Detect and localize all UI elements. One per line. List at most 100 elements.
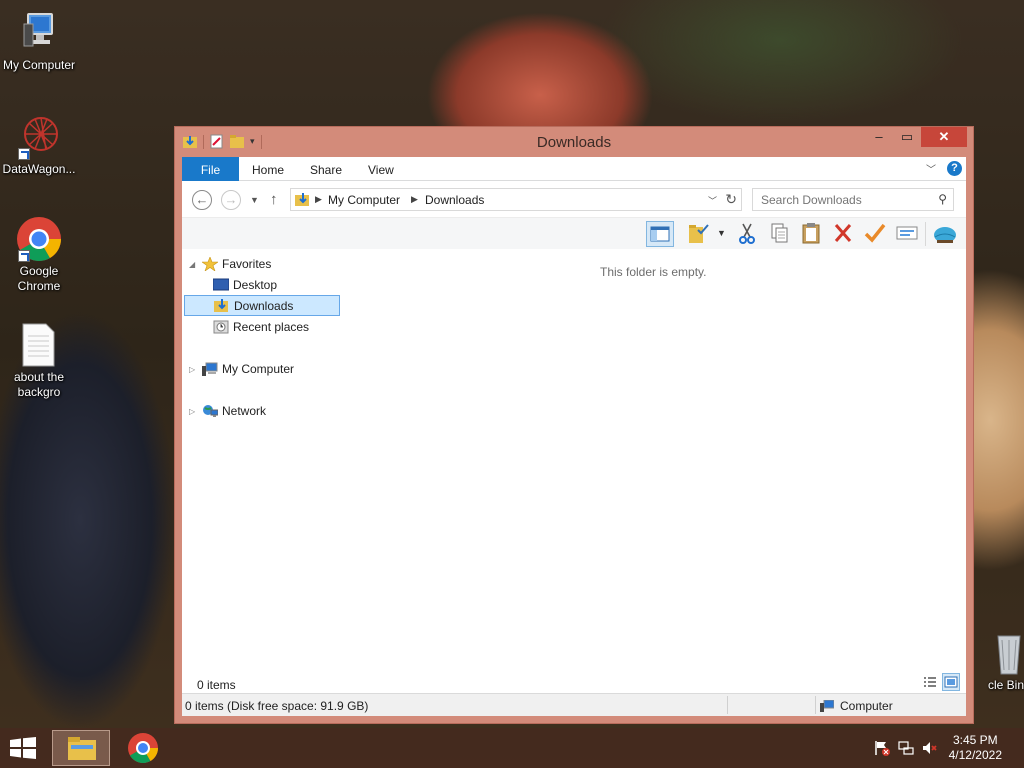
title-bar[interactable]: ▾ Downloads – ▭ ✕ <box>175 127 973 157</box>
file-explorer-icon <box>68 737 96 760</box>
desktop-icon-datawagon[interactable]: DataWagon... <box>0 114 78 177</box>
nav-label: Favorites <box>222 257 272 271</box>
large-icons-view-icon[interactable] <box>942 673 960 691</box>
refresh-icon[interactable]: ↻ <box>725 191 737 208</box>
tab-share[interactable]: Share <box>310 157 342 181</box>
expand-arrow-icon[interactable]: ▷ <box>189 401 195 422</box>
navigation-bar: ← → ▼ ↑ ▶ My Computer ▶ Downloads ﹀ ↻ ⚲ <box>182 181 966 217</box>
star-icon <box>201 256 219 272</box>
tab-file[interactable]: File <box>182 157 239 181</box>
toolbar-divider <box>925 222 926 246</box>
desktop-icon-label: about the backgro <box>13 370 65 399</box>
taskbar-clock[interactable]: 3:45 PM 4/12/2022 <box>949 733 1002 763</box>
downloads-folder-icon <box>295 192 311 207</box>
copy-button[interactable] <box>766 221 794 247</box>
nav-label: Desktop <box>233 278 278 292</box>
command-toolbar: ▼ <box>182 217 966 249</box>
rename-checkmark-button[interactable] <box>862 221 890 247</box>
search-icon[interactable]: ⚲ <box>938 192 947 206</box>
search-box[interactable]: ⚲ <box>752 188 954 211</box>
select-dropdown-icon[interactable]: ▼ <box>717 228 726 238</box>
nav-label: Network <box>222 404 267 418</box>
recycle-bin-icon <box>992 632 1022 676</box>
start-button[interactable] <box>9 737 37 759</box>
tab-home[interactable]: Home <box>252 157 284 181</box>
empty-folder-message: This folder is empty. <box>600 265 707 279</box>
cut-button[interactable] <box>734 221 762 247</box>
view-switcher <box>921 673 960 691</box>
desktop-icon-label: DataWagon... <box>2 162 76 176</box>
status-divider <box>727 696 728 714</box>
computer-icon <box>202 362 218 376</box>
clock-time: 3:45 PM <box>952 733 998 747</box>
expand-ribbon-icon[interactable]: ﹀ <box>926 161 936 176</box>
web-globe-button[interactable] <box>932 221 960 247</box>
desktop-icon-label: My Computer <box>2 58 76 72</box>
search-input[interactable] <box>754 190 924 209</box>
close-button[interactable]: ✕ <box>921 127 967 147</box>
delete-button[interactable] <box>830 221 858 247</box>
network-tray-icon[interactable] <box>898 740 914 756</box>
forward-button[interactable]: → <box>221 190 241 210</box>
system-tray <box>874 740 938 756</box>
downloads-folder-icon <box>214 299 230 313</box>
status-text: 0 items (Disk free space: 91.9 GB) <box>185 699 369 713</box>
shortcut-arrow-icon <box>18 250 30 262</box>
address-dropdown-icon[interactable]: ﹀ <box>708 194 717 207</box>
chrome-icon <box>16 216 62 262</box>
properties-button[interactable] <box>894 221 922 247</box>
select-folder-button[interactable] <box>686 221 714 247</box>
text-file-icon <box>16 322 62 368</box>
recent-places-icon <box>213 320 229 334</box>
details-view-icon[interactable] <box>921 673 939 691</box>
computer-icon <box>16 10 62 56</box>
breadcrumb-separator[interactable]: ▶ <box>411 194 418 205</box>
action-center-flag-icon[interactable] <box>874 740 890 756</box>
maximize-button[interactable]: ▭ <box>893 127 921 147</box>
taskbar-chrome[interactable] <box>114 730 172 766</box>
window-controls: – ▭ ✕ <box>865 127 967 147</box>
network-icon <box>202 404 219 418</box>
desktop-icon <box>212 278 230 292</box>
taskbar: 3:45 PM 4/12/2022 <box>0 728 1024 768</box>
desktop-icon-my-computer[interactable]: My Computer <box>0 10 78 73</box>
shortcut-arrow-icon <box>18 148 30 160</box>
explorer-window: ▾ Downloads – ▭ ✕ File Home Share View ﹀… <box>174 126 974 724</box>
recent-locations-dropdown[interactable]: ▼ <box>250 195 259 205</box>
tab-view[interactable]: View <box>368 157 394 181</box>
status-divider <box>815 696 816 714</box>
status-zone: Computer <box>820 699 893 713</box>
expand-arrow-icon[interactable]: ▷ <box>189 359 195 380</box>
navigation-pane: ◢ Favorites Desktop Downloads Recent pla… <box>182 249 340 679</box>
window-client: File Home Share View ﹀ ? ← → ▼ ↑ ▶ My Co… <box>182 157 966 716</box>
nav-label: Downloads <box>234 299 294 313</box>
breadcrumb-separator[interactable]: ▶ <box>315 194 322 205</box>
status-zone-label: Computer <box>840 699 893 713</box>
nav-label: Recent places <box>233 320 310 334</box>
computer-icon <box>820 699 835 712</box>
paste-button[interactable] <box>798 221 826 247</box>
minimize-button[interactable]: – <box>865 127 893 147</box>
up-button[interactable]: ↑ <box>270 191 278 208</box>
items-count: 0 items <box>197 678 236 692</box>
nav-downloads[interactable]: Downloads <box>184 295 340 316</box>
clock-date: 4/12/2022 <box>948 748 1002 762</box>
desktop-icon-text-file[interactable]: about the backgro <box>0 322 78 400</box>
volume-muted-icon[interactable] <box>922 740 938 756</box>
back-button[interactable]: ← <box>192 190 212 210</box>
nav-label: My Computer <box>222 362 295 376</box>
help-icon[interactable]: ? <box>947 161 962 176</box>
preview-pane-button[interactable] <box>646 221 674 247</box>
address-bar[interactable]: ▶ My Computer ▶ Downloads ﹀ ↻ <box>290 188 742 211</box>
ribbon-tabs: File Home Share View ﹀ ? <box>182 157 966 181</box>
chrome-icon <box>128 733 158 764</box>
desktop-icon-label: Google Chrome <box>17 264 61 293</box>
breadcrumb-my-computer[interactable]: My Computer <box>328 193 400 207</box>
window-title: Downloads <box>536 134 612 151</box>
datawagon-icon <box>16 114 62 160</box>
collapse-arrow-icon[interactable]: ◢ <box>189 254 195 275</box>
taskbar-file-explorer[interactable] <box>52 730 110 766</box>
desktop-icon-chrome[interactable]: Google Chrome <box>0 216 78 294</box>
breadcrumb-downloads[interactable]: Downloads <box>425 193 484 207</box>
status-bar: 0 items (Disk free space: 91.9 GB) Compu… <box>182 693 966 716</box>
